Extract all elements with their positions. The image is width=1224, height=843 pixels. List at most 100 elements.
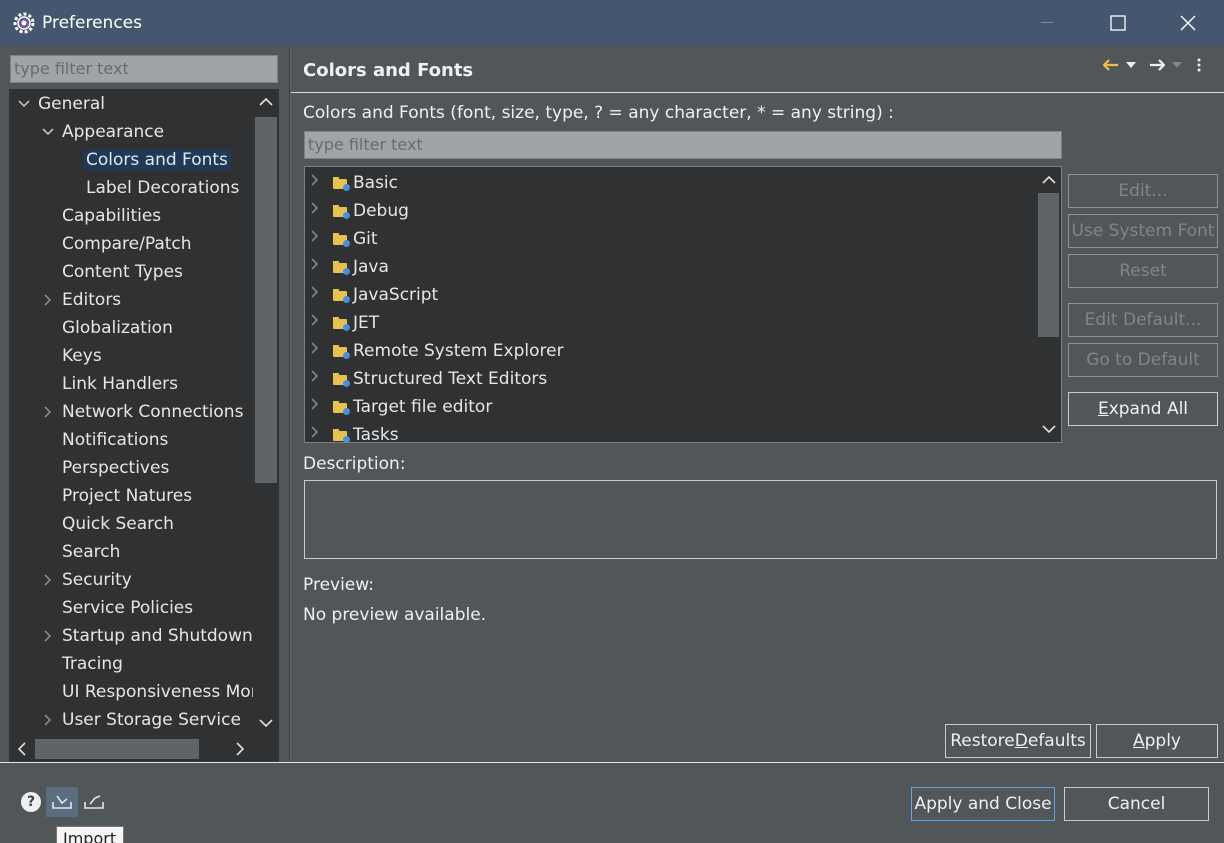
collapsed-arrow-icon[interactable] — [41, 399, 55, 425]
preference-tree-item-label: Content Types — [62, 262, 183, 282]
preference-tree-item[interactable]: Network Connections — [62, 399, 243, 425]
cancel-button[interactable]: Cancel — [1064, 787, 1209, 821]
preference-filter-input[interactable]: type filter text — [10, 55, 278, 83]
expand-all-button[interactable]: Expand All — [1068, 392, 1218, 426]
colors-fonts-category[interactable]: Structured Text Editors — [311, 365, 547, 393]
scrollbar-thumb[interactable] — [1038, 193, 1059, 337]
preference-tree-item[interactable]: Keys — [62, 343, 102, 369]
import-tooltip: Import — [56, 826, 124, 843]
use-system-font-button[interactable]: Use System Font — [1068, 214, 1218, 248]
preference-tree-item[interactable]: Security — [62, 567, 132, 593]
edit-default-button[interactable]: Edit Default... — [1068, 303, 1218, 337]
folder-icon — [333, 288, 350, 303]
back-arrow-icon[interactable] — [1102, 56, 1120, 74]
collapsed-arrow-icon[interactable] — [311, 365, 327, 393]
collapsed-arrow-icon[interactable] — [311, 253, 327, 281]
forward-menu-icon[interactable] — [1172, 56, 1182, 74]
preference-tree-item[interactable]: Project Natures — [62, 483, 192, 509]
description-box — [304, 480, 1217, 559]
preference-tree-item-label: UI Responsiveness Mon — [62, 682, 253, 702]
colors-fonts-category[interactable]: Java — [311, 253, 389, 281]
collapsed-arrow-icon[interactable] — [311, 421, 327, 442]
colors-fonts-category[interactable]: Git — [311, 225, 378, 253]
colors-fonts-category-label: JavaScript — [353, 285, 439, 305]
import-icon[interactable] — [46, 787, 78, 817]
preference-tree-horizontal-scrollbar[interactable] — [9, 736, 279, 762]
edit-button[interactable]: Edit... — [1068, 174, 1218, 208]
collapsed-arrow-icon[interactable] — [311, 281, 327, 309]
colors-fonts-filter-input[interactable]: type filter text — [304, 131, 1062, 159]
preference-tree-item[interactable]: Compare/Patch — [62, 231, 192, 257]
maximize-button[interactable] — [1083, 0, 1153, 46]
preference-tree-item[interactable]: Globalization — [62, 315, 173, 341]
preference-tree-vertical-scrollbar[interactable] — [253, 89, 279, 736]
collapsed-arrow-icon[interactable] — [41, 623, 55, 649]
view-menu-icon[interactable] — [1194, 56, 1204, 74]
collapsed-arrow-icon[interactable] — [311, 225, 327, 253]
scroll-left-icon[interactable] — [9, 736, 35, 762]
preference-tree-item[interactable]: Content Types — [62, 259, 183, 285]
help-icon[interactable]: ? — [21, 792, 41, 812]
colors-fonts-category[interactable]: JavaScript — [311, 281, 438, 309]
collapsed-arrow-icon[interactable] — [311, 197, 327, 225]
preference-tree-item[interactable]: User Storage Service — [62, 707, 241, 733]
collapsed-arrow-icon[interactable] — [311, 309, 327, 337]
reset-button[interactable]: Reset — [1068, 254, 1218, 288]
pane-divider[interactable] — [289, 46, 291, 762]
preference-tree-item[interactable]: Link Handlers — [62, 371, 178, 397]
scroll-down-icon[interactable] — [1036, 416, 1061, 442]
title-separator — [291, 92, 1224, 93]
scrollbar-thumb[interactable] — [255, 117, 277, 483]
restore-defaults-button[interactable]: Restore Defaults — [945, 724, 1091, 758]
folder-icon — [333, 176, 350, 191]
preference-tree-item[interactable]: Capabilities — [62, 203, 161, 229]
preference-tree-item[interactable]: Appearance — [62, 119, 164, 145]
colors-fonts-category[interactable]: Debug — [311, 197, 409, 225]
expanded-arrow-icon[interactable] — [41, 119, 55, 145]
collapsed-arrow-icon[interactable] — [41, 707, 55, 733]
title-bar: Preferences — [0, 0, 1224, 46]
scroll-down-icon[interactable] — [253, 710, 279, 736]
preference-tree-item[interactable]: Tracing — [62, 651, 123, 677]
collapsed-arrow-icon[interactable] — [311, 169, 327, 197]
export-icon[interactable] — [80, 787, 108, 817]
forward-arrow-icon[interactable] — [1148, 56, 1166, 74]
colors-fonts-category-label: Java — [353, 257, 389, 277]
scroll-up-icon[interactable] — [253, 89, 279, 115]
preference-tree-item[interactable]: General — [38, 91, 105, 117]
scrollbar-thumb[interactable] — [35, 739, 199, 759]
go-to-default-button[interactable]: Go to Default — [1068, 343, 1218, 377]
preference-tree-item-label: Keys — [62, 346, 102, 366]
preference-tree-item[interactable]: Label Decorations — [86, 175, 239, 201]
expanded-arrow-icon[interactable] — [17, 91, 31, 117]
colors-fonts-category[interactable]: Tasks — [311, 421, 399, 442]
colors-fonts-vertical-scrollbar[interactable] — [1036, 167, 1061, 442]
preference-tree-item[interactable]: Search — [62, 539, 120, 565]
preference-tree-item[interactable]: UI Responsiveness Mon — [62, 679, 253, 705]
preference-tree-item[interactable]: Quick Search — [62, 511, 174, 537]
preference-tree-item[interactable]: Startup and Shutdown — [62, 623, 253, 649]
preference-tree-item[interactable]: Service Policies — [62, 595, 193, 621]
back-menu-icon[interactable] — [1126, 56, 1136, 74]
colors-fonts-category[interactable]: Remote System Explorer — [311, 337, 564, 365]
preference-tree-item-label: Notifications — [62, 430, 169, 450]
apply-button[interactable]: Apply — [1096, 724, 1218, 758]
scroll-right-icon[interactable] — [227, 736, 253, 762]
colors-fonts-category[interactable]: JET — [311, 309, 379, 337]
preference-tree-item[interactable]: Editors — [62, 287, 121, 313]
colors-fonts-category[interactable]: Basic — [311, 169, 398, 197]
folder-icon — [333, 204, 350, 219]
collapsed-arrow-icon[interactable] — [311, 393, 327, 421]
minimize-button[interactable] — [1012, 0, 1082, 46]
preference-tree-item[interactable]: Perspectives — [62, 455, 169, 481]
preference-tree-item-label: Service Policies — [62, 598, 194, 618]
collapsed-arrow-icon[interactable] — [311, 337, 327, 365]
collapsed-arrow-icon[interactable] — [41, 567, 55, 593]
close-button[interactable] — [1153, 0, 1223, 46]
preference-tree-item[interactable]: Notifications — [62, 427, 168, 453]
colors-fonts-category[interactable]: Target file editor — [311, 393, 492, 421]
collapsed-arrow-icon[interactable] — [41, 287, 55, 313]
preference-tree-item[interactable]: Colors and Fonts — [83, 147, 231, 173]
scroll-up-icon[interactable] — [1036, 167, 1061, 193]
apply-and-close-button[interactable]: Apply and Close — [911, 787, 1055, 821]
